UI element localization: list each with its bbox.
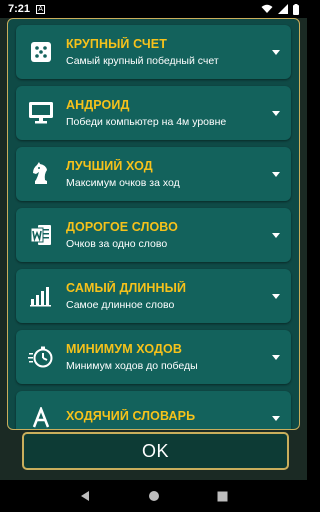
record-item-longest[interactable]: САМЫЙ ДЛИННЫЙ Самое длинное слово xyxy=(16,269,291,323)
chevron-down-icon[interactable] xyxy=(261,293,291,299)
record-subtitle: Минимум ходов до победы xyxy=(66,360,198,372)
record-item-expensive-word[interactable]: ДОРОГОЕ СЛОВО Очков за одно слово xyxy=(16,208,291,262)
word-document-icon xyxy=(16,223,66,247)
recents-icon[interactable] xyxy=(217,491,228,502)
record-item-walking-dictionary[interactable]: ХОДЯЧИЙ СЛОВАРЬ xyxy=(16,391,291,429)
record-title: САМЫЙ ДЛИННЫЙ xyxy=(66,281,187,295)
chevron-down-icon[interactable] xyxy=(261,415,291,421)
back-icon[interactable] xyxy=(79,490,91,502)
chevron-down-icon[interactable] xyxy=(261,110,291,116)
chess-knight-icon xyxy=(16,162,66,186)
ok-button[interactable]: OK xyxy=(22,432,289,470)
signal-icon xyxy=(278,4,288,14)
stopwatch-icon xyxy=(16,345,66,369)
record-item-min-moves[interactable]: МИНИМУМ ХОДОВ Минимум ходов до победы xyxy=(16,330,291,384)
record-subtitle: Самое длинное слово xyxy=(66,299,175,311)
record-subtitle: Очков за одно слово xyxy=(66,238,168,250)
dice-icon xyxy=(16,41,66,63)
records-dialog: КРУПНЫЙ СЧЕТ Самый крупный победный счет… xyxy=(7,18,300,430)
record-title: АНДРОИД xyxy=(66,98,130,112)
record-item-best-move[interactable]: ЛУЧШИЙ ХОД Максимум очков за ход xyxy=(16,147,291,201)
record-title: ХОДЯЧИЙ СЛОВАРЬ xyxy=(66,409,196,423)
record-item-android[interactable]: АНДРОИД Победи компьютер на 4м уровне xyxy=(16,86,291,140)
font-icon xyxy=(16,407,66,429)
wifi-icon xyxy=(261,4,273,13)
status-indicators xyxy=(261,3,299,15)
chevron-down-icon[interactable] xyxy=(261,232,291,238)
home-icon[interactable] xyxy=(148,490,160,502)
chevron-down-icon[interactable] xyxy=(261,354,291,360)
record-subtitle: Победи компьютер на 4м уровне xyxy=(66,116,227,128)
record-subtitle: Самый крупный победный счет xyxy=(66,55,219,67)
status-bar: 7:21 A xyxy=(0,0,307,18)
record-subtitle: Максимум очков за ход xyxy=(66,177,180,189)
chevron-down-icon[interactable] xyxy=(261,49,291,55)
monitor-icon xyxy=(16,101,66,125)
record-title: КРУПНЫЙ СЧЕТ xyxy=(66,37,167,51)
record-title: МИНИМУМ ХОДОВ xyxy=(66,342,183,356)
record-title: ЛУЧШИЙ ХОД xyxy=(66,159,153,173)
bar-chart-icon xyxy=(16,285,66,307)
records-list: КРУПНЫЙ СЧЕТ Самый крупный победный счет… xyxy=(16,25,293,429)
status-time: 7:21 xyxy=(8,3,31,15)
notification-icon: A xyxy=(36,4,46,14)
navigation-bar xyxy=(0,480,307,512)
record-title: ДОРОГОЕ СЛОВО xyxy=(66,220,178,234)
battery-icon xyxy=(293,3,299,15)
record-item-big-score[interactable]: КРУПНЫЙ СЧЕТ Самый крупный победный счет xyxy=(16,25,291,79)
chevron-down-icon[interactable] xyxy=(261,171,291,177)
